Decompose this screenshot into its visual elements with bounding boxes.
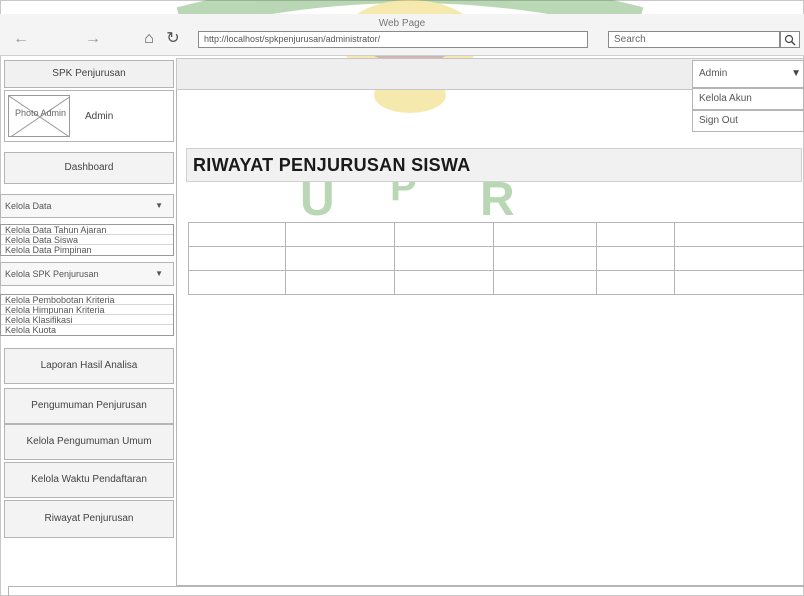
submenu-kelola-data: Kelola Data Tahun Ajaran Kelola Data Sis… — [0, 224, 174, 256]
table-cell — [596, 270, 675, 295]
table-cell — [596, 222, 675, 247]
submenu-item[interactable]: Kelola Data Tahun Ajaran — [1, 225, 173, 235]
table-cell — [285, 222, 395, 247]
submenu-item[interactable]: Kelola Himpunan Kriteria — [1, 305, 173, 315]
submenu-item[interactable]: Kelola Data Siswa — [1, 235, 173, 245]
sidebar-group-label: Kelola Data — [5, 201, 52, 211]
chevron-down-icon: ▼ — [791, 68, 801, 79]
search-button[interactable] — [780, 31, 800, 48]
table-cell — [394, 222, 494, 247]
chevron-down-icon: ▼ — [155, 269, 163, 278]
table-cell — [596, 246, 675, 271]
table-cell — [285, 246, 395, 271]
submenu-kelola-spk: Kelola Pembobotan Kriteria Kelola Himpun… — [0, 294, 174, 336]
table-row — [188, 246, 804, 271]
table-row — [188, 222, 804, 247]
sidebar-item-laporan[interactable]: Laporan Hasil Analisa — [4, 348, 174, 384]
app-brand: SPK Penjurusan — [4, 60, 174, 88]
sidebar-item-pengumuman-penjurusan[interactable]: Pengumuman Penjurusan — [4, 388, 174, 424]
submenu-item[interactable]: Kelola Kuota — [1, 325, 173, 335]
submenu-item[interactable]: Kelola Klasifikasi — [1, 315, 173, 325]
search-input[interactable]: Search — [608, 31, 780, 48]
table-cell — [493, 222, 597, 247]
window-title: Web Page — [378, 18, 426, 29]
sidebar-group-kelola-data[interactable]: Kelola Data ▼ — [0, 194, 174, 218]
sidebar-group-kelola-spk[interactable]: Kelola SPK Penjurusan ▼ — [0, 262, 174, 286]
sidebar-item-dashboard[interactable]: Dashboard — [4, 152, 174, 184]
table-cell — [285, 270, 395, 295]
search-icon — [784, 34, 796, 46]
url-input[interactable]: http://localhost/spkpenjurusan/administr… — [198, 31, 588, 48]
table-cell — [394, 270, 494, 295]
table-cell — [493, 246, 597, 271]
chevron-down-icon: ▼ — [155, 201, 163, 210]
table-cell — [674, 270, 804, 295]
home-icon[interactable]: ⌂ — [140, 30, 158, 48]
admin-dropdown-label: Admin — [699, 68, 728, 79]
avatar: Photo Admin — [8, 95, 70, 137]
back-arrow-icon[interactable]: ← — [12, 30, 30, 48]
sidebar-group-label: Kelola SPK Penjurusan — [5, 269, 99, 279]
table-cell — [188, 270, 286, 295]
submenu-item[interactable]: Kelola Data Pimpinan — [1, 245, 173, 255]
browser-toolbar: Web Page ← → ⌂ ↻ http://localhost/spkpen… — [0, 14, 804, 56]
table-cell — [188, 222, 286, 247]
avatar-label: Photo Admin — [15, 108, 67, 118]
table-cell — [674, 222, 804, 247]
profile-name: Admin — [85, 111, 114, 122]
history-table — [188, 222, 804, 295]
sidebar-item-riwayat[interactable]: Riwayat Penjurusan — [4, 500, 174, 538]
refresh-icon[interactable]: ↻ — [164, 30, 182, 48]
table-cell — [188, 246, 286, 271]
page-title: RIWAYAT PENJURUSAN SISWA — [186, 148, 802, 182]
footer-bar — [8, 586, 804, 596]
sidebar-item-waktu-pendaftaran[interactable]: Kelola Waktu Pendaftaran — [4, 462, 174, 498]
profile-card: Photo Admin Admin — [4, 90, 174, 142]
submenu-item[interactable]: Kelola Pembobotan Kriteria — [1, 295, 173, 305]
forward-arrow-icon[interactable]: → — [84, 30, 102, 48]
table-cell — [493, 270, 597, 295]
sidebar-item-pengumuman-umum[interactable]: Kelola Pengumuman Umum — [4, 424, 174, 460]
table-row — [188, 270, 804, 295]
admin-dropdown[interactable]: Admin ▼ — [692, 60, 804, 88]
table-cell — [394, 246, 494, 271]
table-cell — [674, 246, 804, 271]
